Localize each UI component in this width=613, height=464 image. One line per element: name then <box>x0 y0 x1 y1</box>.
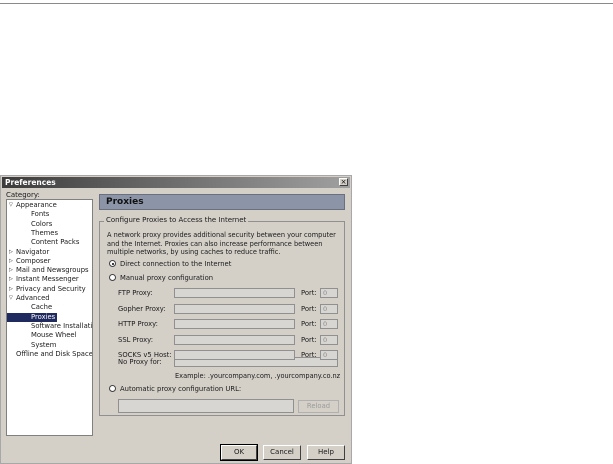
port-label: Port: <box>301 351 317 359</box>
port-input[interactable]: 0 <box>320 334 338 345</box>
help-button[interactable]: Help <box>307 445 345 460</box>
tree-item-label: Advanced <box>16 294 50 302</box>
tree-item[interactable]: Cache <box>7 303 54 312</box>
radio-selected-dot <box>111 262 114 265</box>
proxy-host-input[interactable] <box>174 350 295 360</box>
tree-item-label: Composer <box>16 256 51 265</box>
tree-item-label: Software Installati... <box>31 321 93 330</box>
manual-proxy-radio[interactable] <box>109 274 116 281</box>
tree-item[interactable]: Mouse Wheel <box>7 331 79 340</box>
category-label: Category: <box>6 191 40 199</box>
title-bar: Preferences × <box>2 177 350 188</box>
tree-item-label: Navigator <box>16 247 50 256</box>
window-title: Preferences <box>5 178 56 187</box>
no-proxy-label: No Proxy for: <box>118 358 162 366</box>
category-tree[interactable]: ▽ Appearance Fonts Colors Themes Content Pack… <box>6 199 93 436</box>
panel-header: Proxies <box>99 194 345 210</box>
twisty-open-icon[interactable]: ▽ <box>9 201 16 210</box>
proxy-host-label: SOCKS v5 Host: <box>118 351 172 359</box>
manual-proxy-label[interactable]: Manual proxy configuration <box>120 274 213 282</box>
auto-proxy-radio[interactable] <box>109 385 116 392</box>
tree-item-label: Privacy and Security <box>16 284 86 293</box>
proxy-host-label: HTTP Proxy: <box>118 320 158 328</box>
twisty-closed-icon[interactable]: ▷ <box>9 266 16 275</box>
reload-button[interactable]: Reload <box>298 400 339 413</box>
port-input[interactable]: 0 <box>320 288 338 298</box>
tree-item-label: Colors <box>31 219 53 228</box>
direct-connection-radio[interactable] <box>109 260 116 267</box>
close-button[interactable]: × <box>339 178 348 186</box>
tree-item[interactable]: System <box>7 341 58 350</box>
twisty-open-icon[interactable]: ▽ <box>9 294 16 303</box>
port-label: Port: <box>301 289 317 297</box>
group-title: Configure Proxies to Access the Internet <box>104 216 249 224</box>
panel-title: Proxies <box>106 197 144 207</box>
port-label: Port: <box>301 304 317 313</box>
tree-item[interactable]: Themes <box>7 229 60 238</box>
port-input[interactable]: 0 <box>320 350 338 360</box>
tree-item[interactable]: Software Installati... <box>7 321 93 331</box>
tree-item-label: Fonts <box>31 210 50 219</box>
preferences-window: Preferences × Category: ▽ Appearance Fonts… <box>0 175 352 464</box>
twisty-closed-icon[interactable]: ▷ <box>9 275 16 284</box>
proxy-host-input[interactable] <box>174 303 295 314</box>
close-icon: × <box>340 178 347 186</box>
port-label: Port: <box>301 320 317 328</box>
tree-item-label: Appearance <box>16 201 57 209</box>
proxy-host-input[interactable] <box>174 319 295 329</box>
tree-item[interactable]: ▽ Advanced <box>7 294 52 303</box>
proxy-host-label: SSL Proxy: <box>118 335 153 344</box>
port-input[interactable]: 0 <box>320 303 338 314</box>
proxy-host-label: FTP Proxy: <box>118 289 153 297</box>
tree-item[interactable]: Offline and Disk Space <box>7 349 93 359</box>
twisty-closed-icon[interactable]: ▷ <box>9 257 16 266</box>
top-divider <box>0 3 613 4</box>
cancel-button[interactable]: Cancel <box>263 445 301 460</box>
proxy-host-input[interactable] <box>174 288 295 298</box>
tree-item-label: Themes <box>31 228 58 237</box>
twisty-closed-icon[interactable]: ▷ <box>9 285 16 294</box>
auto-proxy-url-input[interactable] <box>118 399 294 413</box>
twisty-closed-icon[interactable]: ▷ <box>9 248 16 257</box>
tree-item-label: Proxies <box>31 312 56 321</box>
ok-button[interactable]: OK <box>220 444 258 461</box>
tree-item-label: Content Packs <box>31 238 80 247</box>
auto-proxy-label[interactable]: Automatic proxy configuration URL: <box>120 385 241 393</box>
tree-item-label: Mail and Newsgroups <box>16 266 89 275</box>
tree-item[interactable]: Proxies <box>7 312 58 322</box>
tree-item[interactable]: ▷ Instant Messenger <box>7 275 81 284</box>
port-label: Port: <box>301 335 317 344</box>
tree-item-label: Offline and Disk Space <box>16 349 93 358</box>
no-proxy-example: Example: .yourcompany.com, .yourcompany.… <box>175 372 341 380</box>
tree-item[interactable]: ▷ Composer <box>7 257 53 266</box>
direct-connection-label[interactable]: Direct connection to the Internet <box>120 260 231 268</box>
tree-item-label: System <box>31 340 57 349</box>
tree-item[interactable]: ▷ Navigator <box>7 248 51 257</box>
tree-item-label: Instant Messenger <box>16 275 79 284</box>
proxy-description: A network proxy provides additional secu… <box>107 231 336 256</box>
tree-item[interactable]: ▽ Appearance <box>7 201 59 210</box>
proxy-host-input[interactable] <box>174 334 295 345</box>
tree-item[interactable]: Fonts <box>7 210 51 219</box>
proxy-host-label: Gopher Proxy: <box>118 304 166 313</box>
tree-item[interactable]: Colors <box>7 220 54 229</box>
tree-item[interactable]: ▷ Privacy and Security <box>7 285 88 294</box>
tree-item[interactable]: ▷ Mail and Newsgroups <box>7 266 91 275</box>
tree-item-label: Mouse Wheel <box>31 331 77 340</box>
tree-item-label: Cache <box>31 303 53 312</box>
port-input[interactable]: 0 <box>320 319 338 329</box>
tree-item[interactable]: Content Packs <box>7 238 81 247</box>
